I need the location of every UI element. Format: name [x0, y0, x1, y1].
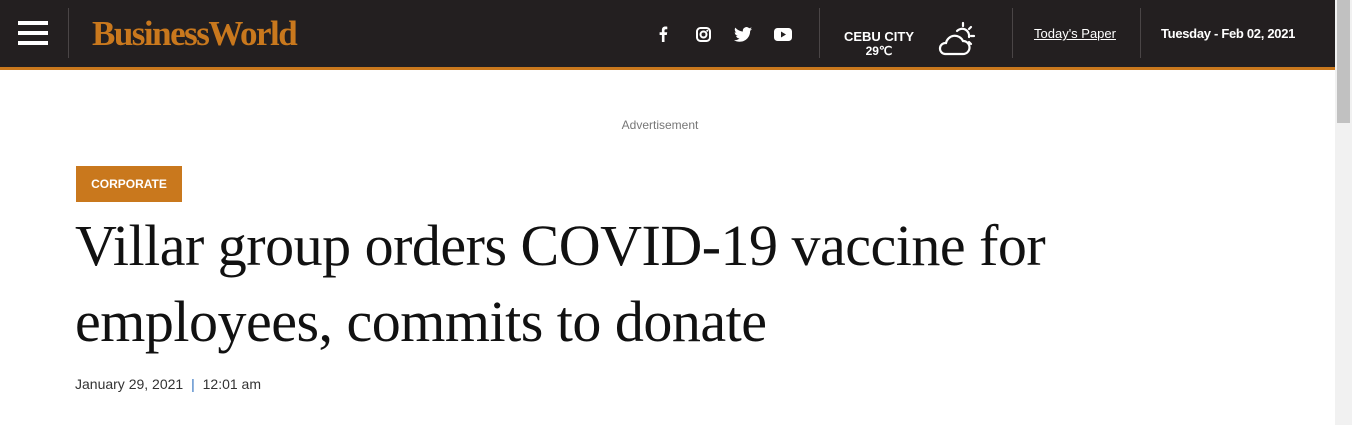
twitter-icon[interactable] — [731, 22, 755, 46]
divider — [819, 8, 820, 58]
page: BusinessWorld CEBU CITY 29℃ Today's Pape… — [0, 0, 1335, 425]
youtube-icon[interactable] — [771, 22, 795, 46]
advertisement-label: Advertisement — [621, 118, 699, 132]
meta-separator: | — [191, 376, 195, 392]
article-date: January 29, 2021 — [75, 376, 184, 392]
header-date: Tuesday - Feb 02, 2021 — [1161, 26, 1296, 41]
article-meta: January 29, 2021 | 12:01 am — [75, 375, 261, 393]
todays-paper-link[interactable]: Today's Paper — [1034, 26, 1116, 41]
partly-cloudy-icon — [936, 20, 976, 63]
vertical-scrollbar[interactable] — [1335, 0, 1352, 425]
divider — [68, 8, 69, 58]
facebook-icon[interactable] — [651, 22, 675, 46]
scrollbar-thumb[interactable] — [1337, 0, 1350, 123]
site-logo[interactable]: BusinessWorld — [92, 14, 298, 54]
hamburger-menu-icon[interactable] — [18, 21, 48, 45]
weather-city: CEBU CITY — [843, 29, 915, 44]
category-tag[interactable]: CORPORATE — [76, 166, 182, 202]
instagram-icon[interactable] — [691, 22, 715, 46]
divider — [1012, 8, 1013, 58]
weather-temperature: 29℃ — [865, 44, 893, 58]
site-header: BusinessWorld CEBU CITY 29℃ Today's Pape… — [0, 0, 1335, 70]
article-title: Villar group orders COVID-19 vaccine for… — [75, 213, 1046, 354]
article-time: 12:01 am — [202, 376, 261, 392]
divider — [1140, 8, 1141, 58]
